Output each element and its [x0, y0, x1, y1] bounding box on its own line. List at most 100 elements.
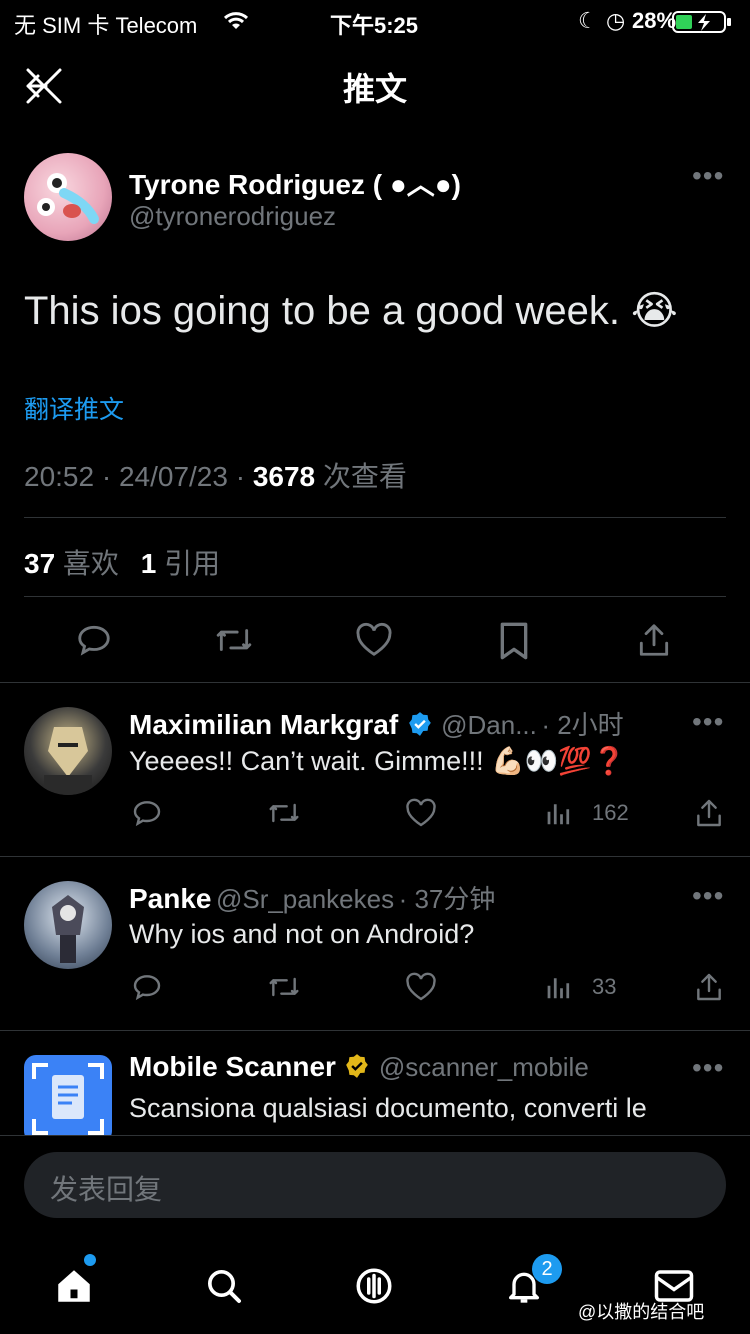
like-button[interactable]	[354, 620, 394, 660]
tweet-text: This ios going to be a good week. 😭	[24, 289, 678, 333]
likes-stat[interactable]: 37 喜欢	[24, 548, 119, 579]
reply-icon	[133, 801, 161, 827]
home-icon	[58, 1270, 90, 1302]
views-label: 次查看	[315, 461, 407, 492]
views-button[interactable]: 162	[544, 798, 629, 828]
avatar-art	[52, 895, 84, 963]
alarm-icon: ◷	[606, 8, 626, 33]
reply-time: · 37分钟	[398, 884, 496, 914]
reply-button[interactable]	[74, 620, 114, 660]
reply-input[interactable]: 发表回复	[24, 1152, 726, 1218]
battery-icon	[672, 11, 736, 39]
verified-badge-icon	[407, 711, 433, 742]
views-count: 162	[592, 800, 629, 825]
author-avatar[interactable]	[24, 153, 112, 241]
author-name[interactable]: Tyrone Rodriguez ( ●︿●)	[129, 163, 461, 203]
reply-header: Maximilian Markgraf @Dan... · 2小时	[129, 705, 624, 742]
share-icon	[697, 973, 721, 1001]
quotes-count: 1	[140, 548, 157, 579]
divider	[24, 596, 726, 597]
tweet-timestamp: 20:52 · 24/07/23 ·	[24, 461, 253, 492]
analytics-icon	[547, 804, 570, 825]
retweet-icon	[216, 629, 252, 651]
divider	[0, 856, 750, 857]
share-icon	[697, 799, 721, 827]
search-icon	[208, 1270, 241, 1303]
quotes-stat[interactable]: 1 引用	[141, 548, 220, 579]
page-title: 推文	[342, 71, 407, 107]
engagement-stats: 37 喜欢 1 引用	[24, 542, 220, 582]
reply-time: · 2小时	[541, 710, 624, 740]
more-options-button[interactable]: •••	[692, 706, 724, 738]
reply-header: Mobile Scanner @scanner_mobile	[129, 1051, 589, 1084]
bookmark-button[interactable]	[494, 620, 534, 662]
watermark: @以撒的结合吧	[578, 1302, 705, 1322]
tweet-meta: 20:52 · 24/07/23 · 3678 次查看	[24, 455, 407, 495]
divider	[0, 682, 750, 683]
reply-author-name[interactable]: Panke	[129, 883, 212, 914]
promoted-tweet[interactable]: Mobile Scanner @scanner_mobile ••• Scans…	[0, 1031, 750, 1135]
retweet-button[interactable]	[266, 970, 302, 1004]
scanner-logo	[24, 1055, 112, 1135]
retweet-icon	[269, 977, 299, 997]
clock: 下午5:25	[330, 13, 419, 38]
author-handle[interactable]: @tyronerodriguez	[129, 201, 336, 232]
likes-label: 喜欢	[55, 548, 119, 579]
analytics-icon	[547, 978, 570, 999]
tab-spaces[interactable]	[352, 1264, 396, 1308]
share-button[interactable]	[692, 796, 726, 830]
verified-gold-icon	[344, 1053, 370, 1084]
nav-bar: 推文	[0, 44, 750, 128]
more-options-button[interactable]: •••	[692, 160, 724, 192]
reply-icon	[133, 975, 161, 1001]
reply-author-handle[interactable]: @Dan...	[441, 710, 537, 740]
retweet-button[interactable]	[266, 796, 302, 830]
moon-icon: ☾	[578, 8, 598, 33]
reply-text: Why ios and not on Android?	[129, 919, 475, 949]
share-button[interactable]	[634, 620, 674, 660]
likes-count: 37	[24, 548, 56, 579]
quotes-label: 引用	[156, 548, 221, 579]
reply-placeholder: 发表回复	[50, 1174, 163, 1205]
divider	[24, 517, 726, 518]
share-button[interactable]	[692, 970, 726, 1004]
heart-icon	[406, 798, 436, 827]
avatar-art	[44, 727, 92, 795]
retweet-button[interactable]	[213, 620, 255, 660]
translate-link[interactable]: 翻译推文	[24, 390, 124, 426]
home-dot-indicator	[84, 1254, 96, 1266]
reply-button[interactable]	[130, 970, 164, 1004]
carrier-label: 无 SIM 卡 Telecom	[14, 13, 198, 38]
spaces-icon	[356, 1268, 392, 1304]
bookmark-icon	[500, 622, 528, 660]
tab-search[interactable]	[202, 1264, 246, 1308]
like-button[interactable]	[404, 796, 438, 830]
reply-author-name[interactable]: Maximilian Markgraf	[129, 709, 398, 740]
more-options-button[interactable]: •••	[692, 1052, 724, 1084]
reply-button[interactable]	[130, 796, 164, 830]
reply-avatar[interactable]	[24, 881, 112, 969]
tab-home[interactable]	[52, 1264, 96, 1308]
status-bar: 无 SIM 卡 Telecom 下午5:25 ☾ ◷ 28%	[0, 0, 750, 44]
reply-icon	[78, 625, 110, 656]
heart-icon	[406, 972, 436, 1001]
reply-avatar[interactable]	[24, 707, 112, 795]
more-options-button[interactable]: •••	[692, 880, 724, 912]
reply-author-handle[interactable]: @Sr_pankekes	[216, 884, 394, 914]
like-button[interactable]	[404, 970, 438, 1004]
views-button[interactable]: 33	[544, 972, 616, 1002]
views-count: 3678	[252, 461, 316, 492]
retweet-icon	[269, 803, 299, 823]
avatar-art	[37, 173, 99, 224]
tab-bar: 2 @以撒的结合吧	[0, 1240, 750, 1334]
views-count: 33	[592, 974, 617, 999]
battery-percent: 28%	[632, 8, 677, 33]
wifi-icon	[222, 10, 250, 38]
reply-author-handle[interactable]: @scanner_mobile	[379, 1052, 589, 1082]
divider	[0, 1135, 750, 1136]
share-icon	[639, 624, 669, 656]
reply-author-name[interactable]: Mobile Scanner	[129, 1051, 336, 1082]
reply-text: Yeeees!! Can’t wait. Gimme!!! 💪🏻👀💯❓	[129, 746, 626, 776]
reply-text: Scansiona qualsiasi documento, converti …	[129, 1093, 647, 1123]
reply-header: Panke @Sr_pankekes · 37分钟	[129, 879, 495, 916]
